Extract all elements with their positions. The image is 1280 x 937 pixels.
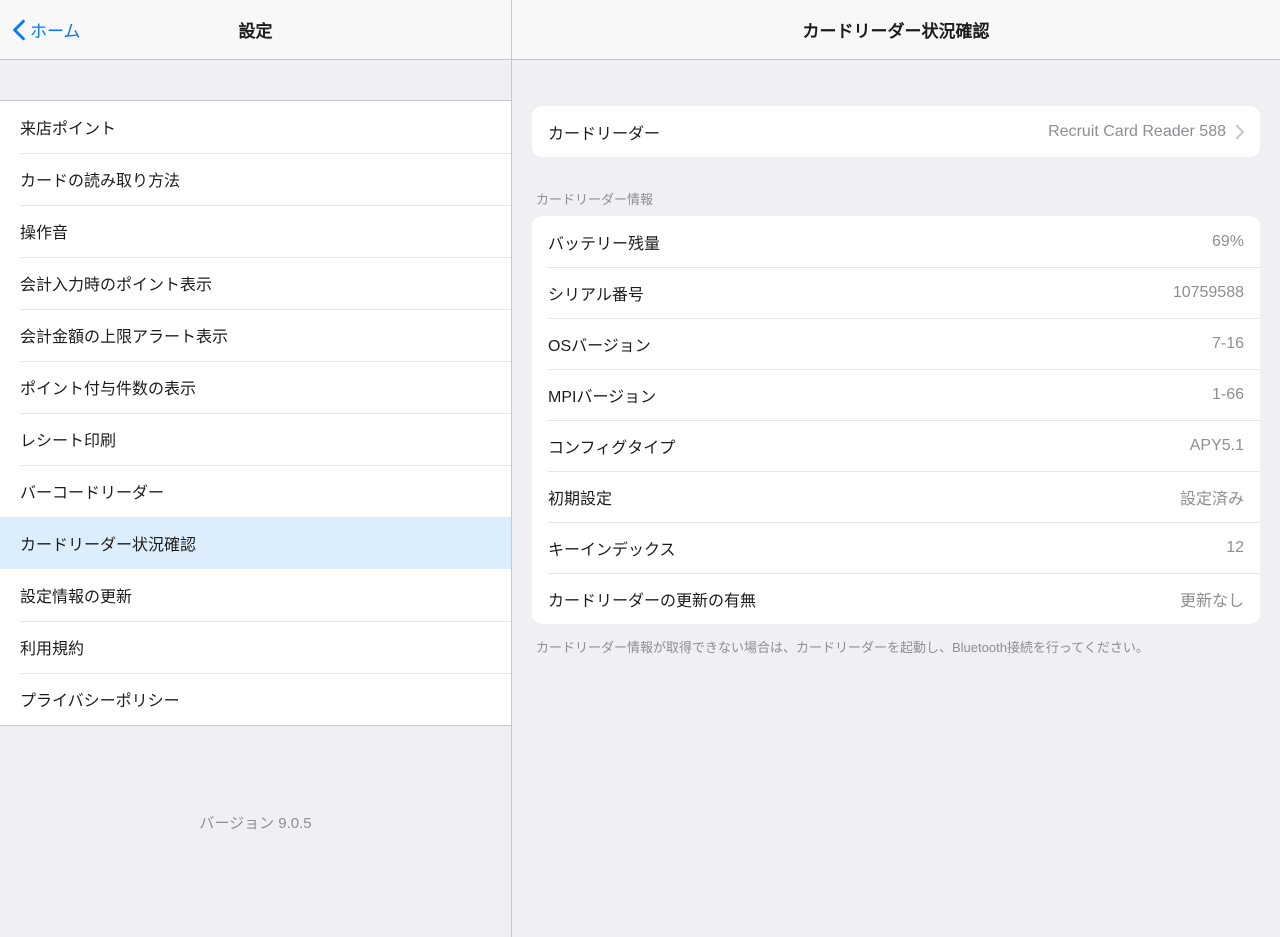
sidebar-group: 来店ポイント カードの読み取り方法 操作音 会計入力時のポイント表示 会計金額の… <box>0 100 511 726</box>
info-label: シリアル番号 <box>548 281 1173 305</box>
info-value: 1-66 <box>1212 386 1244 404</box>
back-label: ホーム <box>30 17 81 42</box>
sidebar-item-point-grant-count[interactable]: ポイント付与件数の表示 <box>0 361 511 413</box>
info-row-config-type: コンフィグタイプ APY5.1 <box>532 420 1260 471</box>
reader-info-footer-note: カードリーダー情報が取得できない場合は、カードリーダーを起動し、Bluetoot… <box>532 624 1260 658</box>
info-row-os-version: OSバージョン 7-16 <box>532 318 1260 369</box>
info-value: 12 <box>1226 539 1244 557</box>
info-value: 7-16 <box>1212 335 1244 353</box>
sidebar-item-label: 会計金額の上限アラート表示 <box>20 323 228 347</box>
sidebar-item-label: レシート印刷 <box>20 427 116 451</box>
sidebar-item-label: カードリーダー状況確認 <box>20 531 196 555</box>
info-row-initial-setup: 初期設定 設定済み <box>532 471 1260 522</box>
sidebar-item-update-settings[interactable]: 設定情報の更新 <box>0 569 511 621</box>
reader-info-header: カードリーダー情報 <box>532 157 1260 216</box>
sidebar-item-visit-points[interactable]: 来店ポイント <box>0 101 511 153</box>
info-row-serial: シリアル番号 10759588 <box>532 267 1260 318</box>
reader-select-value: Recruit Card Reader 588 <box>1048 123 1226 141</box>
info-row-battery: バッテリー残量 69% <box>532 216 1260 267</box>
reader-select-label: カードリーダー <box>548 120 1048 144</box>
sidebar-item-label: 来店ポイント <box>20 115 116 139</box>
sidebar-item-amount-alert[interactable]: 会計金額の上限アラート表示 <box>0 309 511 361</box>
sidebar-item-label: カードの読み取り方法 <box>20 167 180 191</box>
sidebar-item-label: 利用規約 <box>20 635 84 659</box>
reader-select-cell[interactable]: カードリーダー Recruit Card Reader 588 <box>532 106 1260 157</box>
info-label: カードリーダーの更新の有無 <box>548 587 1180 611</box>
info-label: キーインデックス <box>548 536 1226 560</box>
info-value: 更新なし <box>1180 587 1244 611</box>
info-label: バッテリー残量 <box>548 230 1212 254</box>
version-label: バージョン 9.0.5 <box>0 726 511 833</box>
settings-master-panel: ホーム 設定 来店ポイント カードの読み取り方法 操作音 会計入力時のポイント表… <box>0 0 512 937</box>
sidebar-item-sound[interactable]: 操作音 <box>0 205 511 257</box>
sidebar-item-card-read-method[interactable]: カードの読み取り方法 <box>0 153 511 205</box>
info-value: 69% <box>1212 233 1244 251</box>
detail-title: カードリーダー状況確認 <box>512 17 1280 42</box>
info-label: コンフィグタイプ <box>548 434 1190 458</box>
settings-detail-panel: カードリーダー状況確認 カードリーダー Recruit Card Reader … <box>512 0 1280 937</box>
sidebar-item-terms[interactable]: 利用規約 <box>0 621 511 673</box>
info-row-mpi-version: MPIバージョン 1-66 <box>532 369 1260 420</box>
info-value: 設定済み <box>1180 485 1244 509</box>
sidebar-item-label: ポイント付与件数の表示 <box>20 375 196 399</box>
sidebar-item-privacy[interactable]: プライバシーポリシー <box>0 673 511 725</box>
reader-info-list: バッテリー残量 69% シリアル番号 10759588 OSバージョン 7-16… <box>532 216 1260 624</box>
chevron-right-icon <box>1236 125 1244 139</box>
info-row-key-index: キーインデックス 12 <box>532 522 1260 573</box>
sidebar-item-label: バーコードリーダー <box>20 479 164 503</box>
sidebar-item-receipt-print[interactable]: レシート印刷 <box>0 413 511 465</box>
info-value: 10759588 <box>1173 284 1244 302</box>
sidebar-item-card-reader-status[interactable]: カードリーダー状況確認 <box>0 517 511 569</box>
sidebar-item-label: 操作音 <box>20 219 68 243</box>
info-row-update-available: カードリーダーの更新の有無 更新なし <box>532 573 1260 624</box>
back-button[interactable]: ホーム <box>12 17 81 42</box>
info-value: APY5.1 <box>1190 437 1244 455</box>
master-scroll[interactable]: 来店ポイント カードの読み取り方法 操作音 会計入力時のポイント表示 会計金額の… <box>0 60 511 937</box>
chevron-left-icon <box>12 19 26 41</box>
sidebar-item-label: プライバシーポリシー <box>20 687 180 711</box>
sidebar-item-points-at-checkout[interactable]: 会計入力時のポイント表示 <box>0 257 511 309</box>
sidebar-item-barcode-reader[interactable]: バーコードリーダー <box>0 465 511 517</box>
detail-scroll[interactable]: カードリーダー Recruit Card Reader 588 カードリーダー情… <box>512 60 1280 937</box>
master-navbar: ホーム 設定 <box>0 0 511 60</box>
detail-navbar: カードリーダー状況確認 <box>512 0 1280 60</box>
info-label: OSバージョン <box>548 332 1212 356</box>
info-label: MPIバージョン <box>548 383 1212 407</box>
sidebar-item-label: 会計入力時のポイント表示 <box>20 271 212 295</box>
info-label: 初期設定 <box>548 485 1180 509</box>
sidebar-item-label: 設定情報の更新 <box>20 583 132 607</box>
reader-select-list: カードリーダー Recruit Card Reader 588 <box>532 106 1260 157</box>
